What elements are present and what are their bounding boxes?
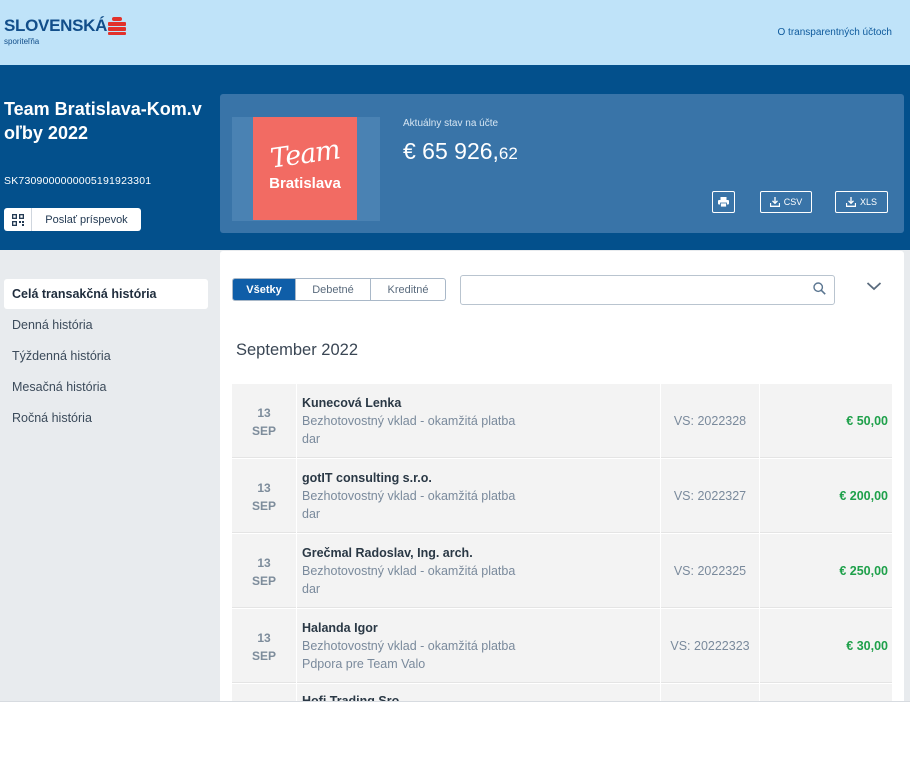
transaction-vs: VS: 2022327 [660, 459, 760, 533]
export-csv-button[interactable]: CSV [760, 191, 812, 213]
transaction-type: Bezhotovostný vklad - okamžitá platba [302, 564, 516, 578]
print-button[interactable] [712, 191, 735, 213]
transaction-note: dar [302, 432, 321, 446]
transaction-date: 13 SEP [232, 384, 297, 458]
tab-all[interactable]: Všetky [233, 279, 296, 300]
search-icon[interactable] [813, 282, 826, 295]
account-iban: SK7309000000005191923301 [4, 175, 152, 187]
search-box [460, 275, 835, 305]
transaction-name: Grečmal Radoslav, Ing. arch. [302, 546, 473, 560]
printer-icon [718, 197, 729, 207]
export-xls-label: XLS [859, 197, 877, 207]
balance-value: € 65 926,62 [403, 138, 518, 165]
team-logo: Team Bratislava [253, 117, 357, 220]
chevron-down-icon[interactable] [866, 281, 882, 291]
transaction-type: Bezhotovostný vklad - okamžitá platba [302, 639, 516, 653]
transaction-info: Grečmal Radoslav, Ing. arch. Bezhotovost… [302, 545, 657, 598]
tab-debit[interactable]: Debetné [296, 279, 371, 300]
transaction-date [232, 684, 297, 701]
transaction-amount: € 50,00 [846, 414, 888, 428]
export-xls-button[interactable]: XLS [835, 191, 888, 213]
transaction-info: Halanda Igor Bezhotovostný vklad - okamž… [302, 620, 657, 673]
bank-logo-mark-icon [108, 17, 126, 35]
sidebar-item-label: Ročná história [12, 410, 92, 425]
transaction-name: gotIT consulting s.r.o. [302, 471, 432, 485]
transaction-date: 13 SEP [232, 534, 297, 608]
transaction-day: 13 [257, 481, 271, 495]
sidebar-item-daily-history[interactable]: Denná história [4, 309, 208, 340]
month-heading: September 2022 [236, 341, 359, 359]
transparent-accounts-link[interactable]: O transparentných účtoch [777, 27, 892, 38]
transaction-note: dar [302, 582, 321, 596]
brand-name: SLOVENSKÁ [4, 16, 108, 35]
transaction-row[interactable]: Hofi Trading Sro [232, 684, 892, 701]
transaction-row[interactable]: 13 SEP gotIT consulting s.r.o. Bezhotovos… [232, 459, 892, 533]
balance-cents: 62 [498, 144, 518, 163]
transaction-amount: € 30,00 [846, 639, 888, 653]
sidebar-item-full-history[interactable]: Celá transakčná história [4, 279, 208, 309]
transaction-type: Bezhotovostný vklad - okamžitá platba [302, 489, 516, 503]
transaction-date: 13 SEP [232, 459, 297, 533]
transaction-row[interactable]: 13 SEP Grečmal Radoslav, Ing. arch. Bezho… [232, 534, 892, 608]
account-title: Team Bratislava-Kom.voľby 2022 [4, 99, 202, 143]
transaction-month: SEP [251, 649, 276, 663]
transactions-panel: Všetky Debetné Kreditné September 2022 1… [220, 251, 904, 701]
transaction-vs [660, 684, 760, 701]
transaction-amount: € 250,00 [839, 564, 888, 578]
download-icon [769, 197, 780, 207]
transaction-vs: VS: 2022328 [660, 384, 760, 458]
transaction-note: Pdpora pre Team Valo [302, 657, 426, 671]
transaction-vs: VS: 2022325 [660, 534, 760, 608]
download-icon [845, 197, 856, 207]
brand-sub: sporiteľňa [4, 37, 40, 46]
qr-code-icon [4, 208, 32, 231]
transaction-month: SEP [251, 574, 276, 588]
tab-credit[interactable]: Kreditné [371, 279, 445, 300]
transaction-filter-tabs: Všetky Debetné Kreditné [232, 278, 446, 301]
app-viewport: SLOVENSKÁ sporiteľňa O transparentných ú… [0, 0, 910, 701]
team-logo-script: Team [268, 134, 342, 175]
transaction-month: SEP [251, 424, 276, 438]
transaction-vs: VS: 20222323 [660, 609, 760, 683]
transaction-day: 13 [257, 556, 271, 570]
top-bar: SLOVENSKÁ sporiteľňa O transparentných ú… [0, 0, 910, 65]
transaction-type: Bezhotovostný vklad - okamžitá platba [302, 414, 516, 428]
transaction-info: gotIT consulting s.r.o. Bezhotovostný vk… [302, 470, 657, 523]
sidebar-item-label: Mesačná história [12, 379, 107, 394]
page-blank-area [0, 701, 910, 758]
transaction-date: 13 SEP [232, 609, 297, 683]
send-contribution-button[interactable]: Poslať príspevok [4, 208, 141, 231]
transaction-note: dar [302, 507, 321, 521]
transaction-name: Halanda Igor [302, 621, 378, 635]
search-input[interactable] [461, 276, 801, 304]
transaction-row[interactable]: 13 SEP Halanda Igor Bezhotovostný vklad -… [232, 609, 892, 683]
balance-main: € 65 926, [403, 138, 499, 164]
sidebar-item-label: Týždenná história [12, 348, 111, 363]
history-sidebar: Celá transakčná história Denná história … [0, 279, 212, 433]
sidebar-item-label: Celá transakčná história [12, 287, 157, 301]
transaction-amount: € 200,00 [839, 489, 888, 503]
sidebar-item-weekly-history[interactable]: Týždenná história [4, 340, 208, 371]
sidebar-item-label: Denná história [12, 317, 93, 332]
transaction-day: 13 [257, 406, 271, 420]
export-csv-label: CSV [783, 197, 803, 207]
transaction-info: Kunecová Lenka Bezhotovostný vklad - oka… [302, 395, 657, 448]
sidebar-item-yearly-history[interactable]: Ročná história [4, 402, 208, 433]
balance-card: Team Bratislava Aktuálny stav na účte € … [220, 94, 904, 233]
transaction-day: 13 [257, 631, 271, 645]
balance-label: Aktuálny stav na účte [403, 118, 499, 129]
transaction-month: SEP [251, 499, 276, 513]
transaction-row[interactable]: 13 SEP Kunecová Lenka Bezhotovostný vklad… [232, 384, 892, 458]
transaction-name: Kunecová Lenka [302, 396, 402, 410]
send-contribution-label: Poslať príspevok [45, 213, 128, 226]
sidebar-item-monthly-history[interactable]: Mesačná história [4, 371, 208, 402]
transaction-name: Hofi Trading Sro [302, 694, 400, 701]
team-logo-city: Bratislava [269, 175, 341, 192]
